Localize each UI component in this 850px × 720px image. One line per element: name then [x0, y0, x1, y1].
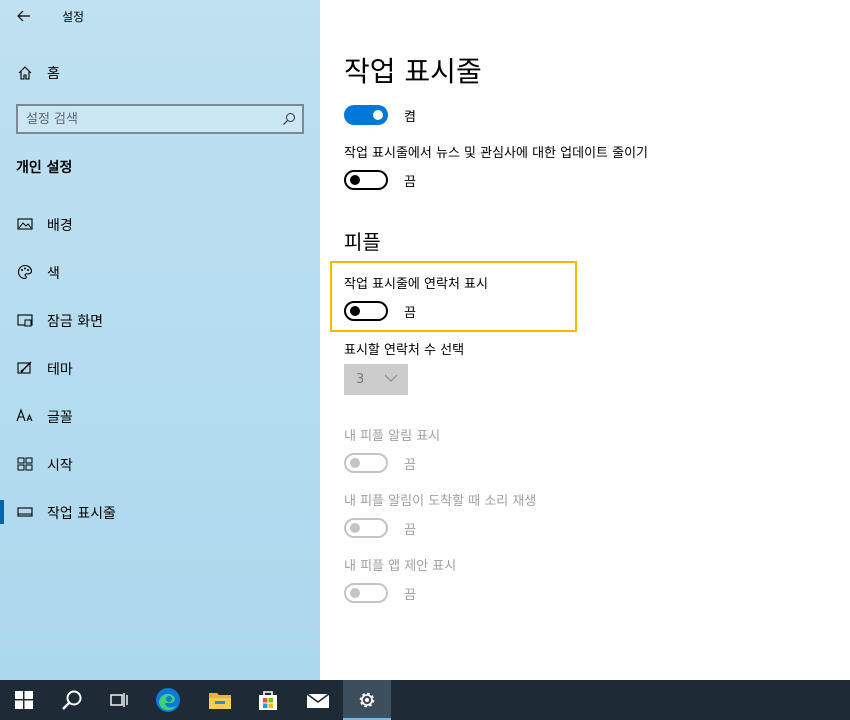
start-tiles-icon [16, 455, 34, 473]
theme-brush-icon [16, 359, 34, 377]
toggle-knob [350, 175, 360, 185]
search-box[interactable] [16, 104, 304, 134]
toggle-state-label: 끔 [404, 587, 416, 603]
back-button[interactable] [8, 4, 40, 28]
toggle-state-label: 끔 [404, 174, 416, 190]
app-title: 설정 [62, 10, 85, 24]
sidebar-item-label: 홈 [47, 66, 60, 82]
toggle-knob [373, 110, 383, 120]
font-icon [16, 407, 34, 425]
edge-browser-icon [156, 688, 180, 712]
sidebar-item-label: 잠금 화면 [47, 314, 103, 330]
taskbar-search-button[interactable] [48, 680, 96, 720]
section-title: 개인 설정 [16, 160, 73, 176]
sidebar-item-label: 시작 [47, 458, 73, 474]
arrow-left-icon [17, 10, 30, 22]
image-icon [16, 215, 34, 233]
toggle-knob [350, 458, 360, 468]
people-section-header: 피플 [344, 230, 381, 254]
sidebar: 설정 홈 개인 설정 배경 색 잠금 화면 [0, 0, 320, 680]
show-contacts-label: 작업 표시줄에 연락처 표시 [344, 277, 488, 292]
start-button[interactable] [0, 680, 48, 720]
search-input[interactable] [26, 110, 276, 128]
notifications-toggle[interactable] [344, 453, 388, 473]
settings-button[interactable] [343, 680, 391, 720]
file-explorer-icon [209, 693, 231, 709]
edge-button[interactable] [144, 680, 192, 720]
toggle-knob [350, 588, 360, 598]
toggle-state-label: 끔 [404, 457, 416, 473]
search-icon[interactable] [282, 112, 296, 126]
sidebar-item-label: 배경 [47, 218, 73, 234]
taskbar-main-toggle-row: 켬 [344, 104, 416, 126]
taskbar [0, 680, 850, 720]
news-toggle-row: 끔 [344, 169, 416, 191]
sidebar-item-fonts[interactable]: 글꼴 [0, 392, 320, 440]
sidebar-item-color[interactable]: 색 [0, 248, 320, 296]
toggle-state-label: 켬 [404, 109, 416, 125]
sidebar-item-home[interactable]: 홈 [0, 56, 320, 90]
home-icon [16, 64, 34, 82]
search-icon [62, 690, 82, 710]
mail-button[interactable] [294, 680, 342, 720]
lock-screen-icon [16, 311, 34, 329]
notifications-toggle-row: 끔 [344, 452, 416, 474]
suggestions-label: 내 피플 앱 제안 표시 [344, 559, 457, 574]
sound-toggle-row: 끔 [344, 517, 416, 539]
dropdown-value: 3 [356, 372, 365, 387]
toggle-knob [350, 306, 360, 316]
page-title: 작업 표시줄 [344, 55, 482, 88]
task-view-button[interactable] [96, 680, 144, 720]
settings-gear-icon [359, 692, 375, 708]
news-toggle[interactable] [344, 170, 388, 190]
sidebar-item-taskbar[interactable]: 작업 표시줄 [0, 488, 320, 536]
palette-icon [16, 263, 34, 281]
store-button[interactable] [244, 680, 292, 720]
sound-toggle[interactable] [344, 518, 388, 538]
news-setting-label: 작업 표시줄에서 뉴스 및 관심사에 대한 업데이트 줄이기 [344, 146, 649, 161]
taskbar-icon [16, 503, 34, 521]
show-contacts-toggle-row: 끔 [344, 300, 416, 322]
sidebar-item-label: 테마 [47, 362, 73, 378]
microsoft-store-icon [259, 691, 277, 710]
notifications-label: 내 피플 알림 표시 [344, 429, 441, 444]
chevron-down-icon [384, 374, 398, 382]
windows-start-icon [15, 691, 33, 709]
sidebar-item-theme[interactable]: 테마 [0, 344, 320, 392]
sidebar-item-background[interactable]: 배경 [0, 200, 320, 248]
contacts-count-label: 표시할 연락처 수 선택 [344, 343, 465, 358]
sound-label: 내 피플 알림이 도착할 때 소리 재생 [344, 494, 537, 509]
main-content: 작업 표시줄 켬 작업 표시줄에서 뉴스 및 관심사에 대한 업데이트 줄이기 … [320, 0, 850, 680]
sidebar-nav: 배경 색 잠금 화면 테마 글꼴 시작 작업 표시줄 [0, 200, 320, 536]
title-bar: 설정 [0, 0, 320, 32]
toggle-state-label: 끔 [404, 522, 416, 538]
sidebar-item-lock-screen[interactable]: 잠금 화면 [0, 296, 320, 344]
toggle-knob [350, 523, 360, 533]
contacts-count-dropdown[interactable]: 3 [344, 364, 408, 395]
sidebar-item-label: 글꼴 [47, 410, 73, 426]
sidebar-item-label: 작업 표시줄 [47, 506, 116, 522]
sidebar-item-label: 색 [47, 266, 60, 282]
file-explorer-button[interactable] [196, 680, 244, 720]
suggestions-toggle-row: 끔 [344, 582, 416, 604]
mail-icon [306, 693, 330, 708]
sidebar-item-start[interactable]: 시작 [0, 440, 320, 488]
toggle-state-label: 끔 [404, 305, 416, 321]
suggestions-toggle[interactable] [344, 583, 388, 603]
show-contacts-toggle[interactable] [344, 301, 388, 321]
task-view-icon [110, 693, 128, 707]
taskbar-main-toggle[interactable] [344, 105, 388, 125]
